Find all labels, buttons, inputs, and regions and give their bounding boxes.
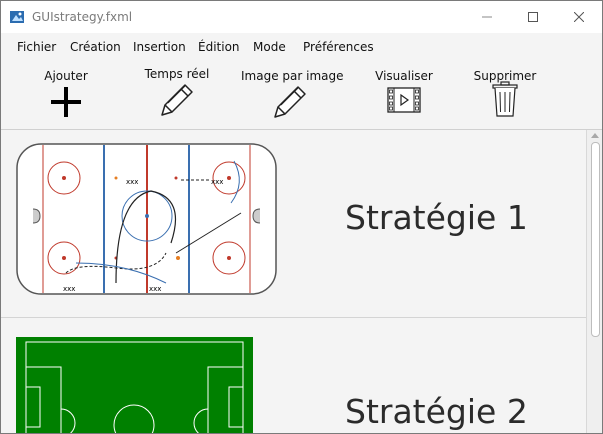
maximize-button[interactable] xyxy=(510,1,556,33)
svg-text:xxx: xxx xyxy=(211,178,223,186)
minimize-icon xyxy=(482,16,492,18)
scroll-up-arrow-icon[interactable] xyxy=(591,133,599,138)
add-button[interactable]: Ajouter xyxy=(35,59,97,129)
strategy-list[interactable]: xxx xxx xxx xxx Stratégie 1 Stratégie 2 xyxy=(1,130,602,433)
app-window: GUIstrategy.fxml Fichier Création Insert… xyxy=(0,0,603,434)
delete-button[interactable]: Supprimer xyxy=(473,59,537,129)
vertical-scrollbar[interactable] xyxy=(586,130,602,433)
pencil-icon xyxy=(161,84,193,116)
menu-mode[interactable]: Mode xyxy=(253,40,286,54)
menu-edition[interactable]: Édition xyxy=(198,40,240,54)
trash-icon xyxy=(492,81,518,117)
film-icon xyxy=(387,87,421,113)
realtime-button[interactable]: Temps réel xyxy=(141,59,213,129)
strategy-title: Stratégie 2 xyxy=(345,392,528,431)
svg-text:xxx: xxx xyxy=(63,285,75,293)
svg-text:xxx: xxx xyxy=(149,285,161,293)
plus-icon xyxy=(51,87,81,117)
add-label: Ajouter xyxy=(44,69,88,83)
strategy-title: Stratégie 1 xyxy=(345,198,528,237)
visualize-button[interactable]: Visualiser xyxy=(373,59,435,129)
menu-creation[interactable]: Création xyxy=(70,40,121,54)
visualize-label: Visualiser xyxy=(375,69,433,83)
window-title: GUIstrategy.fxml xyxy=(32,10,133,24)
title-bar: GUIstrategy.fxml xyxy=(1,1,602,33)
close-icon xyxy=(574,12,584,22)
frame-by-frame-label: Image par image xyxy=(241,69,344,83)
toolbar: Ajouter Temps réel Image par image Visua… xyxy=(1,59,602,130)
menu-bar: Fichier Création Insertion Édition Mode … xyxy=(1,33,602,59)
soccer-field-thumbnail xyxy=(16,337,253,433)
hockey-rink-thumbnail: xxx xxx xxx xxx xyxy=(16,143,277,295)
menu-insertion[interactable]: Insertion xyxy=(133,40,186,54)
pencil-icon xyxy=(274,86,306,118)
frame-by-frame-button[interactable]: Image par image xyxy=(241,59,344,129)
menu-preferences[interactable]: Préférences xyxy=(303,40,374,54)
close-button[interactable] xyxy=(556,1,602,33)
strategy-card[interactable]: Stratégie 2 xyxy=(1,318,586,433)
minimize-button[interactable] xyxy=(464,1,510,33)
scrollbar-thumb[interactable] xyxy=(591,142,600,337)
app-icon xyxy=(10,11,24,23)
menu-fichier[interactable]: Fichier xyxy=(17,40,56,54)
svg-text:xxx: xxx xyxy=(126,178,138,186)
strategy-card[interactable]: xxx xxx xxx xxx Stratégie 1 xyxy=(1,130,586,318)
realtime-label: Temps réel xyxy=(144,67,210,81)
maximize-icon xyxy=(528,12,538,22)
